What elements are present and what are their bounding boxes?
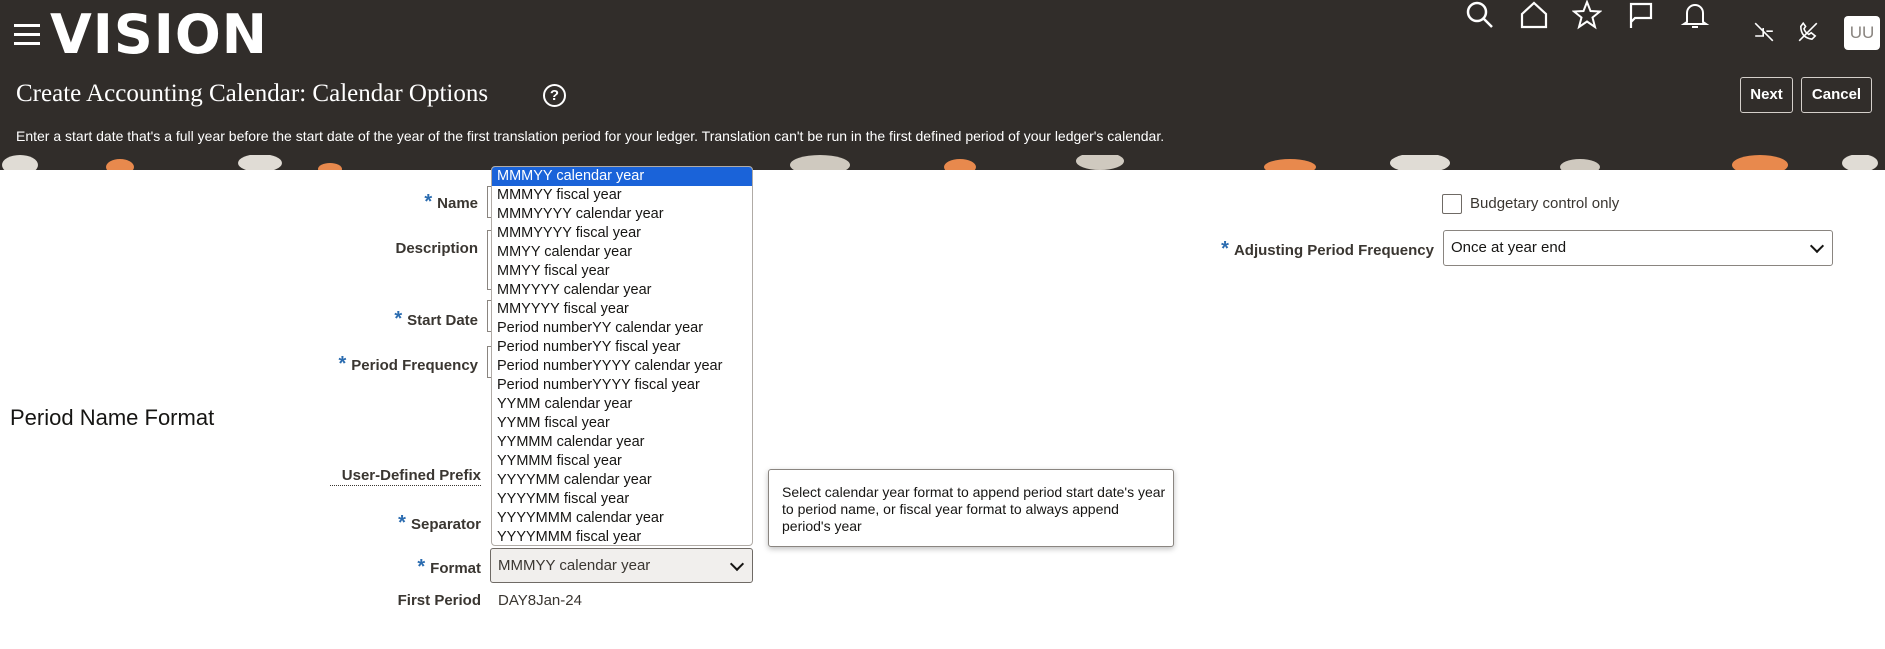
home-icon[interactable] bbox=[1519, 0, 1553, 34]
dropdown-option[interactable]: MMYY calendar year bbox=[492, 243, 752, 262]
chevron-down-icon bbox=[729, 556, 745, 571]
name-label: * Name bbox=[424, 191, 478, 213]
tooltip-text: Select calendar year format to append pe… bbox=[782, 484, 1166, 534]
first-period-label: First Period bbox=[397, 592, 481, 609]
format-select[interactable]: MMMYY calendar year bbox=[490, 548, 753, 583]
vision-logo: VISION bbox=[50, 3, 268, 66]
dropdown-option[interactable]: MMMYYYY fiscal year bbox=[492, 224, 752, 243]
dropdown-option[interactable]: MMMYY fiscal year bbox=[492, 186, 752, 205]
first-period-value: DAY8Jan-24 bbox=[498, 592, 582, 609]
dropdown-option[interactable]: YYYYMMM fiscal year bbox=[492, 528, 752, 545]
next-button[interactable]: Next bbox=[1740, 77, 1793, 113]
star-icon[interactable] bbox=[1571, 0, 1606, 34]
flag-icon[interactable] bbox=[1626, 0, 1660, 34]
period-frequency-label: * Period Frequency bbox=[338, 353, 479, 375]
dropdown-option[interactable]: MMMYYYY calendar year bbox=[492, 205, 752, 224]
help-icon[interactable]: ? bbox=[543, 84, 566, 107]
cancel-button[interactable]: Cancel bbox=[1801, 77, 1872, 113]
search-icon[interactable] bbox=[1465, 0, 1499, 34]
dropdown-option[interactable]: MMYYYY fiscal year bbox=[492, 300, 752, 319]
format-select-value: MMMYY calendar year bbox=[498, 557, 651, 574]
dropdown-option[interactable]: Period numberYY calendar year bbox=[492, 319, 752, 338]
chevron-down-icon bbox=[1809, 238, 1825, 254]
adjusting-period-value: Once at year end bbox=[1451, 239, 1567, 256]
format-tooltip: Select calendar year format to append pe… bbox=[768, 469, 1174, 547]
user-defined-prefix-label[interactable]: User-Defined Prefix bbox=[330, 467, 481, 486]
header-bar: VISION UU Create Accounting Calendar: Ca… bbox=[0, 0, 1885, 155]
period-name-format-heading: Period Name Format bbox=[10, 405, 215, 430]
separator-label: * Separator bbox=[398, 512, 481, 534]
format-label: * Format bbox=[417, 556, 481, 578]
adjusting-period-select[interactable]: Once at year end bbox=[1443, 230, 1833, 266]
dropdown-option[interactable]: MMYY fiscal year bbox=[492, 262, 752, 281]
no-signal-icon[interactable] bbox=[1752, 20, 1786, 54]
phone-off-icon[interactable] bbox=[1796, 20, 1830, 54]
dropdown-option[interactable]: MMMYY calendar year bbox=[492, 167, 752, 186]
dropdown-option[interactable]: Period numberYYYY calendar year bbox=[492, 357, 752, 376]
dropdown-option[interactable]: YYMMM calendar year bbox=[492, 433, 752, 452]
dropdown-option[interactable]: MMYYYY calendar year bbox=[492, 281, 752, 300]
dropdown-option[interactable]: YYYYMM fiscal year bbox=[492, 490, 752, 509]
description-label: Description bbox=[395, 240, 478, 257]
hamburger-menu-icon[interactable] bbox=[14, 24, 40, 46]
dropdown-option[interactable]: YYMMM fiscal year bbox=[492, 452, 752, 471]
dropdown-option[interactable]: YYMM calendar year bbox=[492, 395, 752, 414]
bell-icon[interactable] bbox=[1680, 0, 1714, 34]
budgetary-control-label: Budgetary control only bbox=[1470, 195, 1620, 212]
dropdown-option[interactable]: YYMM fiscal year bbox=[492, 414, 752, 433]
dropdown-option[interactable]: YYYYMMM calendar year bbox=[492, 509, 752, 528]
page-instruction: Enter a start date that's a full year be… bbox=[16, 128, 1165, 144]
decorative-banner bbox=[0, 155, 1885, 170]
budgetary-control-checkbox[interactable] bbox=[1442, 194, 1462, 214]
dropdown-option[interactable]: Period numberYYYY fiscal year bbox=[492, 376, 752, 395]
dropdown-option[interactable]: Period numberYY fiscal year bbox=[492, 338, 752, 357]
format-dropdown-list: MMMYY calendar year MMMYY fiscal year MMMY… bbox=[491, 166, 753, 546]
user-avatar[interactable]: UU bbox=[1844, 16, 1880, 50]
dropdown-option[interactable]: YYYYMM calendar year bbox=[492, 471, 752, 490]
adjusting-period-label: * Adjusting Period Frequency bbox=[1221, 238, 1434, 260]
start-date-label: * Start Date bbox=[394, 308, 478, 330]
page-title: Create Accounting Calendar: Calendar Opt… bbox=[16, 80, 489, 107]
